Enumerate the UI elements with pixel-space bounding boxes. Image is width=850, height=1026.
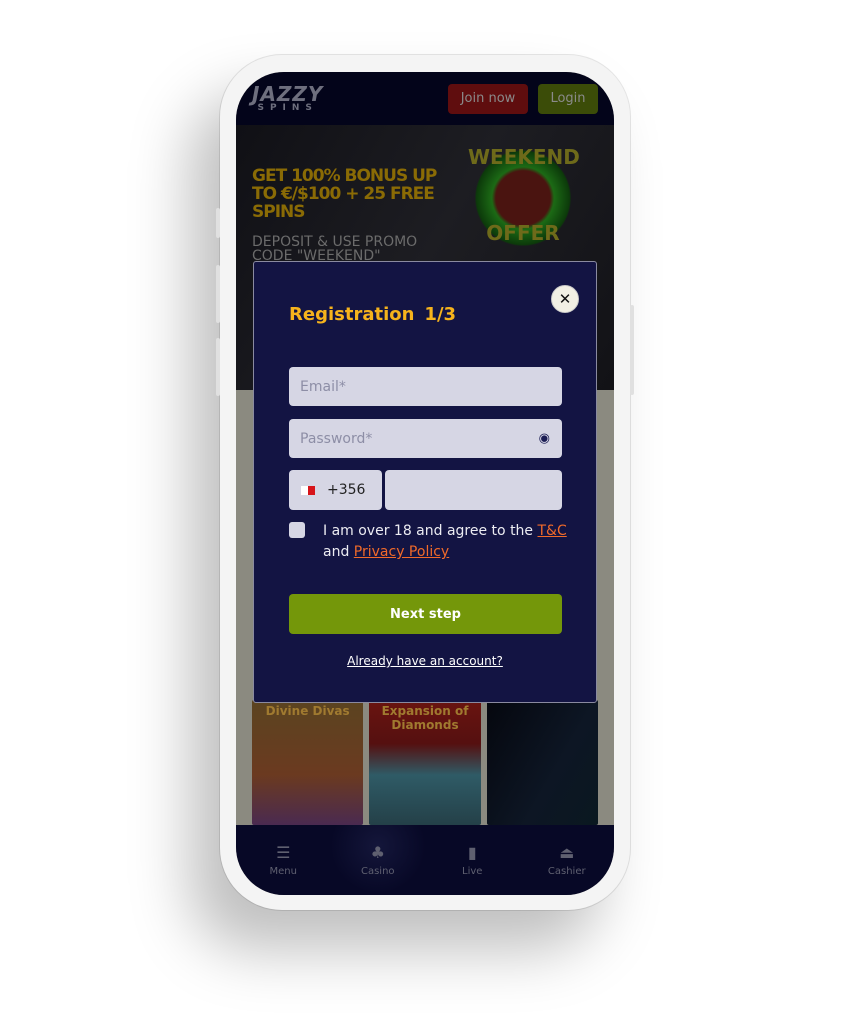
privacy-policy-link[interactable]: Privacy Policy [354,544,449,560]
malta-flag-icon [301,485,315,495]
tc-link[interactable]: T&C [538,523,567,539]
close-icon: ✕ [558,290,572,308]
country-code-select[interactable]: +356 [289,470,382,510]
already-have-account-link[interactable]: Already have an account? [254,654,596,668]
cards-icon: ♣ [370,843,385,862]
logo[interactable]: JAZZY SPINS [252,84,323,113]
close-button[interactable]: ✕ [551,285,579,313]
weekend-offer-badge: WEEKEND OFFER [468,143,580,253]
game-tile[interactable] [486,700,598,825]
promo-subline: DEPOSIT & USE PROMO CODE "WEEKEND" [252,234,418,264]
email-input[interactable]: Email* [289,367,562,406]
login-button[interactable]: Login [538,83,598,114]
game-grid: Divine Divas Expansion of Diamonds [252,700,598,825]
phone-side-button [216,265,220,323]
game-tile[interactable]: Divine Divas [252,700,364,825]
badge-top-text: WEEKEND [468,145,580,169]
game-tile[interactable]: Expansion of Diamonds [369,700,481,825]
nav-casino[interactable]: ♣ Casino [330,825,425,895]
nav-label: Cashier [547,866,586,877]
eye-icon[interactable]: ◉ [539,431,550,446]
game-title: Expansion of Diamonds [381,704,469,732]
logo-subtext: SPINS [257,103,318,113]
bottom-nav: ☰ Menu ♣ Casino ▮ Live ⏏ Cashier [236,825,614,895]
password-input[interactable]: Password* ◉ [289,419,562,458]
password-placeholder: Password* [300,430,373,447]
title-text: Registration [289,304,415,325]
header: JAZZY SPINS Join now Login [236,72,614,125]
modal-title: Registration 1/3 [289,304,456,325]
and-label: and [323,544,354,560]
country-code: +356 [327,482,366,498]
agree-text: I am over 18 and agree to the T&C and Pr… [323,521,573,563]
agree-label: I am over 18 and agree to the [323,523,538,539]
nav-cashier[interactable]: ⏏ Cashier [520,825,615,895]
agree-checkbox[interactable] [289,522,305,538]
phone-side-button [630,305,634,395]
step-indicator: 1/3 [424,304,457,325]
phone-side-button [216,208,220,238]
nav-label: Live [462,866,483,877]
promo-headline: GET 100% BONUS UP TO €/$100 + 25 FREE SP… [252,166,437,222]
nav-live[interactable]: ▮ Live [425,825,520,895]
game-title: Divine Divas [265,704,350,718]
registration-modal: Registration 1/3 ✕ Email* Password* ◉ +356… [253,261,597,703]
badge-bottom-text: OFFER [486,221,560,245]
next-step-button[interactable]: Next step [289,594,562,634]
nav-label: Menu [269,866,297,877]
phone-input[interactable] [385,470,562,510]
nav-menu[interactable]: ☰ Menu [236,825,331,895]
live-card-icon: ▮ [467,843,477,862]
cashier-icon: ⏏ [559,843,575,862]
menu-icon: ☰ [276,843,291,862]
logo-text: JAZZY [252,82,324,106]
join-now-button[interactable]: Join now [448,83,528,114]
nav-label: Casino [360,866,395,877]
phone-side-button [216,338,220,396]
